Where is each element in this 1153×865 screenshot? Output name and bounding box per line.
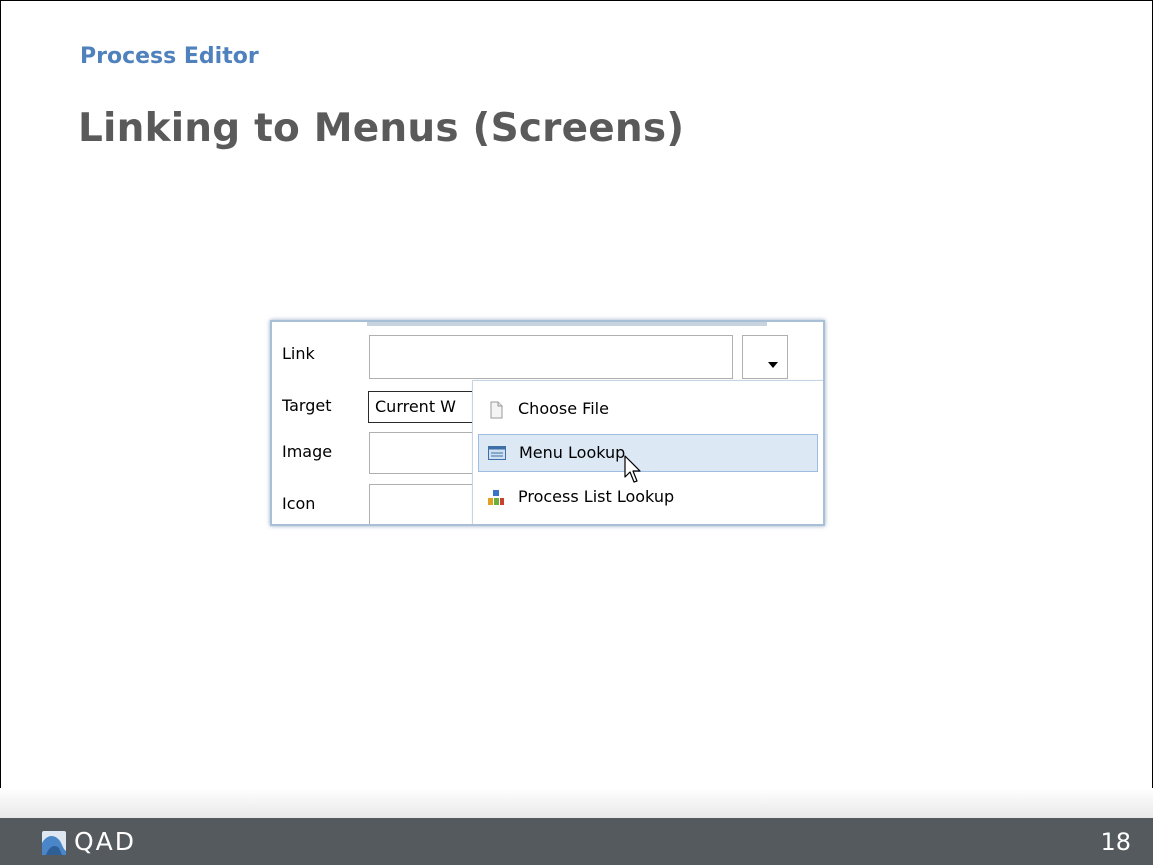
brand-name: QAD — [74, 827, 137, 856]
section-title: Process Editor — [80, 44, 259, 69]
image-label: Image — [282, 442, 333, 461]
link-dropdown-menu: Choose File Menu Lookup Process List Loo… — [472, 380, 823, 524]
page-number: 18 — [1100, 828, 1131, 856]
icon-input[interactable] — [369, 484, 489, 524]
menu-item-label: Process List Lookup — [518, 487, 675, 506]
menu-item-process-list-lookup[interactable]: Process List Lookup — [478, 479, 818, 517]
menu-item-menu-lookup[interactable]: Menu Lookup — [478, 434, 818, 472]
mouse-pointer-icon — [624, 455, 641, 483]
menu-item-label: Menu Lookup — [519, 443, 626, 462]
footer-fade — [0, 788, 1153, 818]
target-select[interactable]: Current W — [368, 391, 478, 423]
panel-top-divider — [367, 322, 767, 326]
image-input[interactable] — [369, 432, 489, 474]
link-settings-panel: Link Target Current W Image Icon Choose … — [270, 320, 825, 526]
qad-logo-icon — [42, 831, 66, 855]
page-title: Linking to Menus (Screens) — [78, 106, 685, 151]
chevron-down-icon — [768, 362, 778, 368]
file-icon — [487, 401, 505, 419]
link-input[interactable] — [369, 335, 733, 379]
link-dropdown-button[interactable] — [742, 335, 788, 379]
process-list-icon — [487, 489, 505, 505]
menu-item-choose-file[interactable]: Choose File — [478, 391, 818, 429]
target-label: Target — [282, 396, 332, 415]
icon-label: Icon — [282, 494, 316, 513]
menu-lookup-icon — [488, 445, 506, 461]
menu-item-label: Choose File — [518, 399, 609, 418]
footer-bar: QAD 18 — [0, 818, 1153, 865]
link-label: Link — [282, 344, 315, 363]
